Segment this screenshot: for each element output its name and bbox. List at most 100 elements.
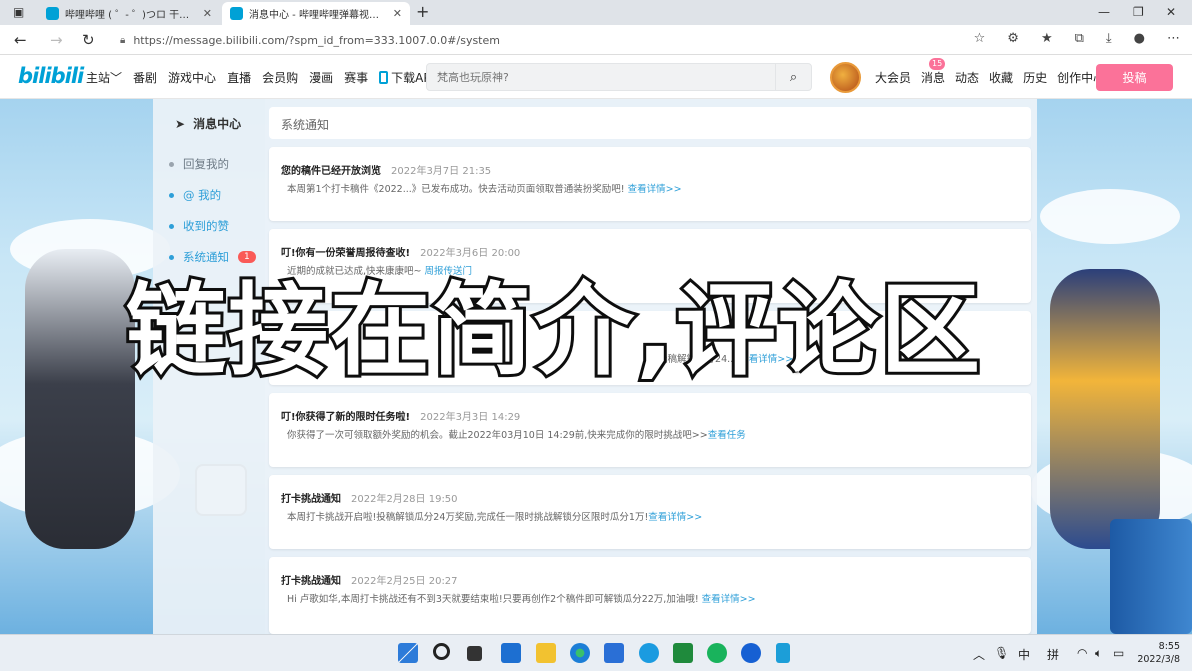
wechat-icon[interactable] <box>707 643 727 663</box>
notification-card: 叮!你获得了新的限时任务啦! 2022年3月3日 14:29 你获得了一次可领取额… <box>269 393 1031 467</box>
bilibili-logo[interactable]: bilibili <box>18 64 84 88</box>
avatar[interactable] <box>830 62 861 93</box>
widgets-icon[interactable] <box>501 643 521 663</box>
tab-message-center[interactable]: 消息中心 - 哔哩哔哩弹幕视频网 ✕ <box>222 2 410 25</box>
card-body: 你获得了一次可领取额外奖励的机会。截止2022年03月10日 14:29前,快来… <box>287 430 708 441</box>
window-close-icon[interactable]: ✕ <box>1166 5 1176 19</box>
tab-title: 消息中心 - 哔哩哔哩弹幕视频网 <box>249 10 387 21</box>
clock-time: 8:55 <box>1158 641 1180 652</box>
edge-browser-icon[interactable] <box>570 643 590 663</box>
chevron-down-icon: ﹀ <box>110 71 123 85</box>
bullet-icon <box>169 254 174 260</box>
sidebar-title: ➤ 消息中心 <box>175 116 242 132</box>
tab-title: 哔哩哔哩 ( ゜- ゜)つロ 干杯~-bilibili <box>65 10 197 21</box>
collections-icon[interactable]: ⧉ <box>1075 31 1084 46</box>
card-body: Hi 卢歌如华,本周打卡挑战还有不到3天就要结束啦!只要再创作2个稿件即可解锁瓜… <box>287 594 699 605</box>
wifi-icon[interactable]: ◠ <box>1077 646 1087 660</box>
maximize-icon[interactable]: ❐ <box>1133 5 1144 19</box>
nav-live[interactable]: 直播 <box>227 69 251 86</box>
card-body: 本周打卡挑战开启啦!投稿解锁瓜分24万奖励,完成任一限时挑战解锁分区限时瓜分1万… <box>287 512 649 523</box>
search-input[interactable] <box>427 64 775 90</box>
windows-taskbar: ︿ 🎙︎ 中 拼 ◠ 🔈︎ ▭ 8:55 2022/3/8 <box>0 634 1192 671</box>
bullet-icon <box>169 223 174 229</box>
refresh-icon[interactable]: ↻ <box>82 31 95 49</box>
microphone-icon[interactable]: 🎙︎ <box>994 646 1009 660</box>
nav-dynamics[interactable]: 动态 <box>955 69 979 86</box>
favorites-icon[interactable]: ★ <box>1041 31 1053 46</box>
card-title: 叮!你有一份荣誉周报待查收! <box>281 248 411 259</box>
sidebar-item-mentions[interactable]: @ 我的 <box>169 187 221 203</box>
extensions-icon[interactable]: ⚙ <box>1007 31 1019 46</box>
card-body: 本周第1个打卡稿件《2022...》已发布成功。快去活动页面领取普通装扮奖励吧! <box>287 184 625 195</box>
minimize-icon[interactable]: — <box>1098 5 1110 19</box>
url-field[interactable]: 🔒︎ https://message.bilibili.com/?spm_id_… <box>120 29 940 51</box>
volume-icon[interactable]: 🔈︎ <box>1095 646 1102 661</box>
close-icon[interactable]: ✕ <box>203 7 212 20</box>
chevron-up-icon[interactable]: ︿ <box>973 646 985 663</box>
notification-card: 您的稿件已经开放浏览 2022年3月7日 21:35 本周第1个打卡稿件《2022… <box>269 147 1031 221</box>
mascot-22-illustration <box>25 249 135 549</box>
task-view-icon[interactable] <box>467 646 482 661</box>
details-link[interactable]: 查看详情>> <box>648 512 702 523</box>
nav-anime[interactable]: 番剧 <box>133 69 157 86</box>
sidebar-item-likes[interactable]: 收到的赞 <box>169 218 229 234</box>
overlay-caption: 链接在简介,评论区 <box>123 269 983 392</box>
new-tab-button[interactable]: + <box>416 2 429 21</box>
nav-shop[interactable]: 会员购 <box>262 69 298 86</box>
system-clock[interactable]: 8:55 2022/3/8 <box>1137 640 1180 666</box>
mascot-33-illustration <box>1050 269 1160 549</box>
browser-toolbar-icons: ☆ ⚙ ★ ⧉ ⤓ ● ⋯ <box>974 31 1180 46</box>
card-title: 叮!你获得了新的限时任务啦! <box>281 412 411 423</box>
browser-alt-icon[interactable] <box>639 643 659 663</box>
details-link[interactable]: 查看详情>> <box>628 184 682 195</box>
download-icon[interactable]: ⤓ <box>1106 31 1112 46</box>
more-icon[interactable]: ⋯ <box>1167 31 1180 46</box>
bullet-icon <box>169 192 174 198</box>
nav-favorites[interactable]: 收藏 <box>989 69 1013 86</box>
main-nav: 主站﹀ 番剧 游戏中心 直播 会员购 漫画 赛事 下载APP <box>86 69 438 86</box>
app-l-icon[interactable] <box>741 643 761 663</box>
nav-vip[interactable]: 大会员 <box>875 69 911 86</box>
nav-game-center[interactable]: 游戏中心 <box>168 69 216 86</box>
notification-card: 打卡挑战通知 2022年2月25日 20:27 Hi 卢歌如华,本周打卡挑战还有不… <box>269 557 1031 634</box>
notepad-icon[interactable] <box>776 643 790 663</box>
battery-icon[interactable]: ▭ <box>1113 646 1124 660</box>
details-link[interactable]: 查看详情>> <box>702 594 756 605</box>
ime-mode[interactable]: 拼 <box>1047 646 1059 663</box>
nav-messages[interactable]: 消息 15 <box>921 58 946 86</box>
tab-actions-icon[interactable]: ▣ <box>13 5 24 19</box>
sidebar-item-system[interactable]: 系统通知 1 <box>169 249 256 265</box>
ime-language[interactable]: 中 <box>1018 646 1030 663</box>
url-text: https://message.bilibili.com/?spm_id_fro… <box>133 33 500 47</box>
view-task-link[interactable]: 查看任务 <box>708 430 746 441</box>
upload-button[interactable]: 投稿 <box>1096 64 1173 91</box>
lock-icon: 🔒︎ <box>120 34 126 46</box>
xbox-icon[interactable] <box>673 643 693 663</box>
nav-history[interactable]: 历史 <box>1023 69 1047 86</box>
bilibili-favicon-icon <box>46 7 59 20</box>
bullet-icon <box>169 161 174 167</box>
windows-start-icon[interactable] <box>398 643 418 663</box>
sidebar-item-replies[interactable]: 回复我的 <box>169 156 229 172</box>
search-icon[interactable]: ⌕ <box>775 64 811 90</box>
file-explorer-icon[interactable] <box>536 643 556 663</box>
barrel-decoration <box>1110 519 1192 634</box>
profile-icon[interactable]: ● <box>1134 31 1145 46</box>
phone-icon <box>379 71 389 84</box>
favorite-add-icon[interactable]: ☆ <box>974 31 986 46</box>
card-title: 您的稿件已经开放浏览 <box>281 166 381 177</box>
nav-esports[interactable]: 赛事 <box>344 69 368 86</box>
nav-manga[interactable]: 漫画 <box>309 69 333 86</box>
store-icon[interactable] <box>604 643 624 663</box>
tab-bilibili-home[interactable]: 哔哩哔哩 ( ゜- ゜)つロ 干杯~-bilibili ✕ <box>38 2 220 25</box>
nav-main-station[interactable]: 主站﹀ <box>86 69 122 86</box>
back-icon[interactable]: ← <box>14 31 27 49</box>
notification-card: 打卡挑战通知 2022年2月28日 19:50 本周打卡挑战开启啦!投稿解锁瓜分2… <box>269 475 1031 549</box>
forward-icon[interactable]: → <box>50 31 63 49</box>
unread-badge: 1 <box>238 251 256 263</box>
close-icon[interactable]: ✕ <box>393 7 402 20</box>
paper-plane-icon: ➤ <box>175 116 186 131</box>
cloud-decoration <box>1040 189 1180 244</box>
clock-date: 2022/3/8 <box>1137 654 1180 665</box>
search-icon[interactable] <box>433 643 450 660</box>
